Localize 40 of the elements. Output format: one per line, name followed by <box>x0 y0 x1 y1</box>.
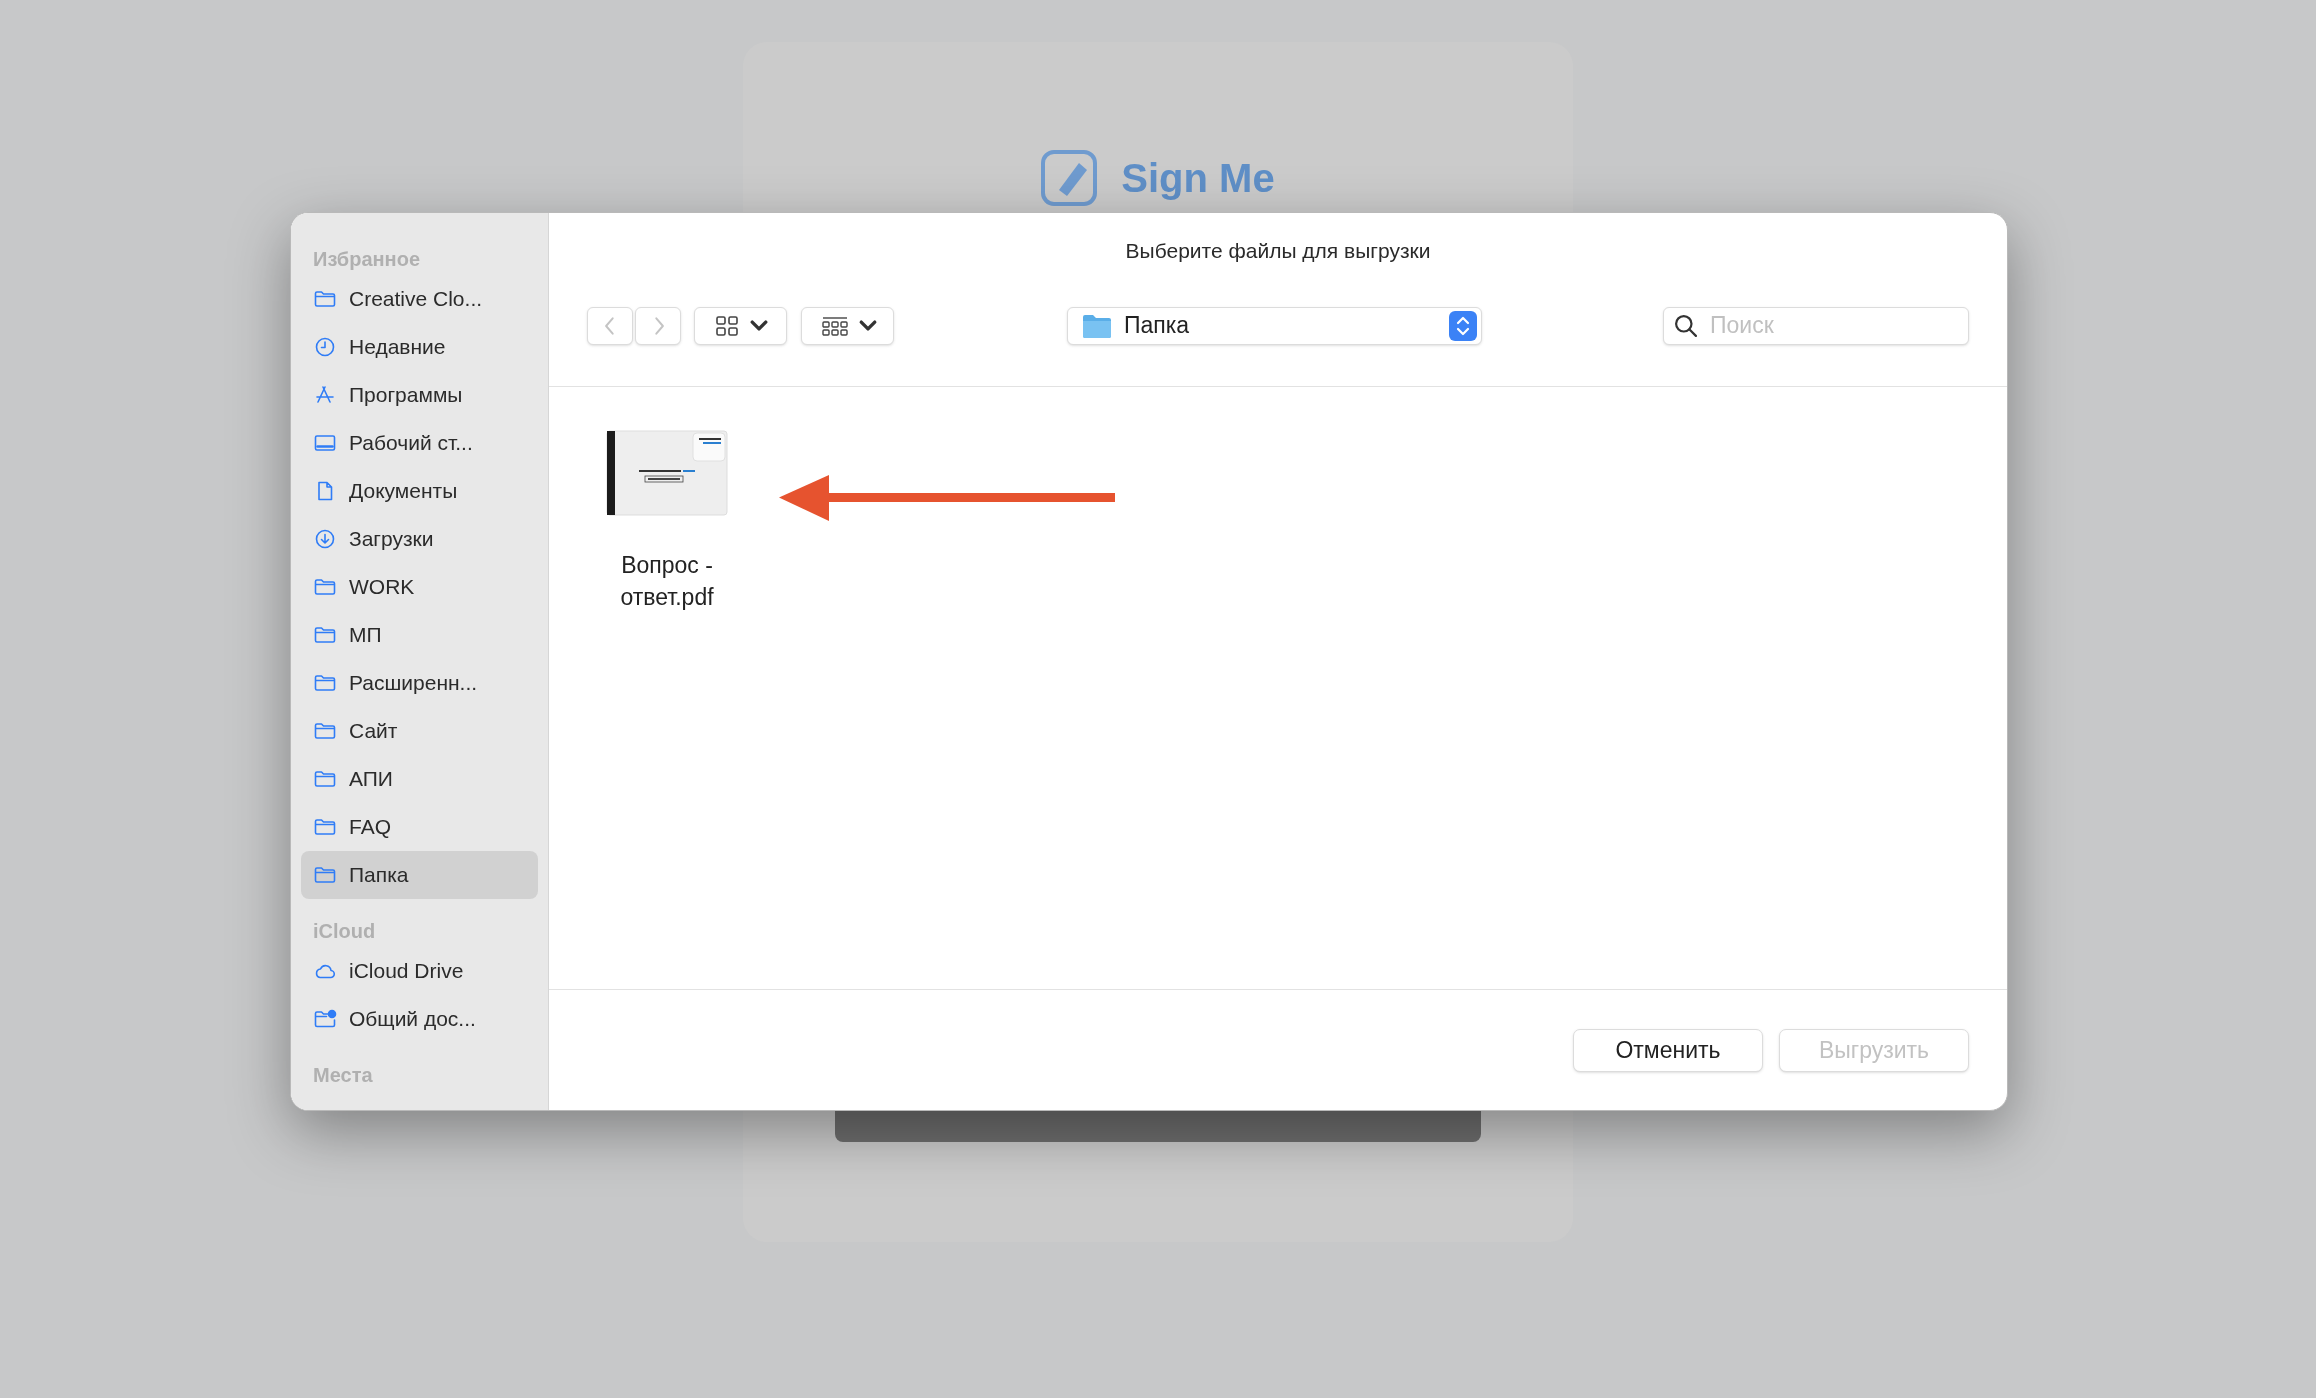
pdf-thumbnail-icon <box>605 429 729 519</box>
sidebar-item[interactable]: Рабочий ст... <box>301 419 538 467</box>
stepper-icon <box>1449 310 1477 341</box>
forward-icon <box>652 316 664 335</box>
location-popup[interactable]: Папка <box>1067 306 1482 345</box>
sidebar-item[interactable]: iCloud Drive <box>301 947 538 995</box>
chevron-down-icon <box>750 321 767 330</box>
logo-icon <box>1041 150 1098 206</box>
sidebar-item[interactable]: Недавние <box>301 323 538 371</box>
sidebar-item[interactable]: Сайт <box>301 707 538 755</box>
sidebar-item[interactable]: FAQ <box>301 803 538 851</box>
chevron-down-icon <box>859 321 876 330</box>
search-field[interactable]: Поиск <box>1663 306 1969 345</box>
sidebar-item[interactable]: Программы <box>301 371 538 419</box>
grouped-grid-icon <box>819 314 850 337</box>
cancel-button[interactable]: Отменить <box>1573 1028 1763 1072</box>
sidebar-item[interactable]: Загрузки <box>301 515 538 563</box>
sidebar-item[interactable]: Общий дос... <box>301 995 538 1043</box>
sidebar-item[interactable]: АПИ <box>301 755 538 803</box>
back-icon <box>604 316 616 335</box>
logo-text: Sign Me <box>1121 155 1275 202</box>
file-name: Вопрос - ответ.pdf <box>619 551 715 612</box>
sidebar-item[interactable]: Папка <box>301 851 538 899</box>
clock-icon <box>313 335 337 359</box>
sidebar-item[interactable]: WORK <box>301 563 538 611</box>
folder-icon <box>1082 312 1112 339</box>
download-icon <box>313 527 337 551</box>
sidebar-heading: Места <box>312 1063 374 1087</box>
file-item[interactable]: Вопрос - ответ.pdf <box>587 425 747 989</box>
dialog-title: Выберите файлы для выгрузки <box>1124 238 1432 264</box>
sidebar-item[interactable]: Creative Clo... <box>301 275 538 323</box>
sidebar-item[interactable]: Документы <box>301 467 538 515</box>
sidebar-heading: Избранное <box>312 247 421 271</box>
grid-icon <box>714 314 739 337</box>
group-button[interactable] <box>801 306 894 345</box>
sidebar-heading: iCloud <box>312 919 377 943</box>
icon-view-button[interactable] <box>694 306 787 345</box>
sidebar-item[interactable]: МП <box>301 611 538 659</box>
sidebar-item[interactable]: Расширенн... <box>301 659 538 707</box>
search-icon <box>1675 314 1697 337</box>
